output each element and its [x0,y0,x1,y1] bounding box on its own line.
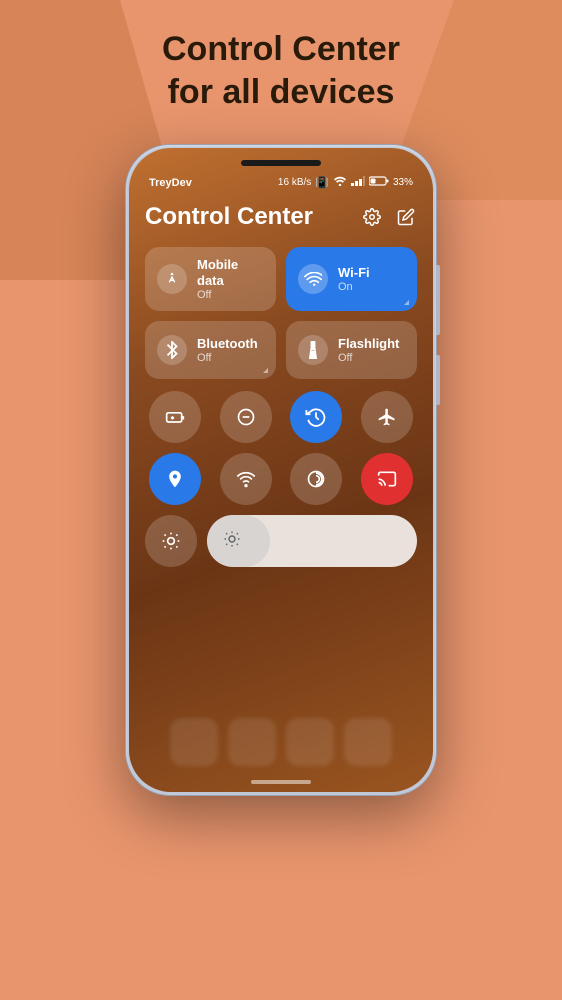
wifi-text: Wi-Fi On [338,265,370,294]
cc-title-row: Control Center [145,203,417,231]
bluetooth-icon [157,335,187,365]
tiles-grid: Mobile data Off Wi [145,247,417,379]
tile-flashlight[interactable]: Flashlight Off [286,321,417,379]
carrier-name: TreyDev [149,177,192,189]
btn-nfc[interactable] [290,453,342,505]
wifi-label: Wi-Fi [338,265,370,281]
flashlight-text: Flashlight Off [338,336,399,365]
edit-icon[interactable] [395,206,417,228]
vibrate-icon: 📳 [315,176,329,189]
btn-cast[interactable] [361,453,413,505]
round-row-2 [145,453,417,505]
side-button-volume[interactable] [436,355,440,405]
wifi-arrow [404,300,409,305]
side-button-power[interactable] [436,265,440,335]
round-row-1 [145,391,417,443]
battery-percent: 33% [393,177,413,188]
tile-wifi[interactable]: Wi-Fi On [286,247,417,311]
status-bar: TreyDev 16 kB/s 📳 [149,176,413,189]
flashlight-label: Flashlight [338,336,399,352]
status-icons: 16 kB/s 📳 [278,176,413,189]
header-line2: for all devices [168,73,395,111]
header-line1: Control Center [162,30,400,68]
dock-icon-3 [286,718,334,766]
btn-airplane[interactable] [361,391,413,443]
btn-battery-saver[interactable] [149,391,201,443]
mobile-data-status: Off [197,289,264,301]
settings-icon[interactable] [361,206,383,228]
tile-bluetooth[interactable]: Bluetooth Off [145,321,276,379]
cc-title-icons [361,206,417,228]
bluetooth-text: Bluetooth Off [197,336,258,365]
battery-icon [369,176,389,189]
phone-speaker [241,160,321,166]
brightness-row [145,515,417,567]
btn-rotate[interactable] [290,391,342,443]
mobile-data-icon [157,264,187,294]
tile-mobile-data[interactable]: Mobile data Off [145,247,276,311]
bottom-app-dock [145,718,417,768]
wifi-icon [298,264,328,294]
dock-icon-1 [170,718,218,766]
brightness-settings-btn[interactable] [145,515,197,567]
dock-icon-2 [228,718,276,766]
header-text: Control Center for all devices [0,28,562,113]
btn-dnd[interactable] [220,391,272,443]
signal-icon [351,176,365,189]
flashlight-status: Off [338,352,399,364]
cc-title: Control Center [145,203,313,231]
mobile-data-label: Mobile data [197,257,264,288]
bluetooth-label: Bluetooth [197,336,258,352]
wifi-status-icon [333,176,347,189]
bluetooth-status: Off [197,352,258,364]
phone-screen: TreyDev 16 kB/s 📳 [129,148,433,792]
flashlight-icon [298,335,328,365]
speed-indicator: 16 kB/s [278,177,311,188]
btn-location[interactable] [149,453,201,505]
phone-frame: TreyDev 16 kB/s 📳 [126,145,436,795]
btn-hotspot[interactable] [220,453,272,505]
mobile-data-text: Mobile data Off [197,257,264,301]
brightness-slider[interactable] [207,515,417,567]
control-center-content: Control Center [145,203,417,772]
dock-icon-4 [344,718,392,766]
bluetooth-arrow [263,368,268,373]
brightness-sun-icon [223,530,241,553]
home-indicator[interactable] [251,780,311,784]
wifi-status: On [338,281,370,293]
